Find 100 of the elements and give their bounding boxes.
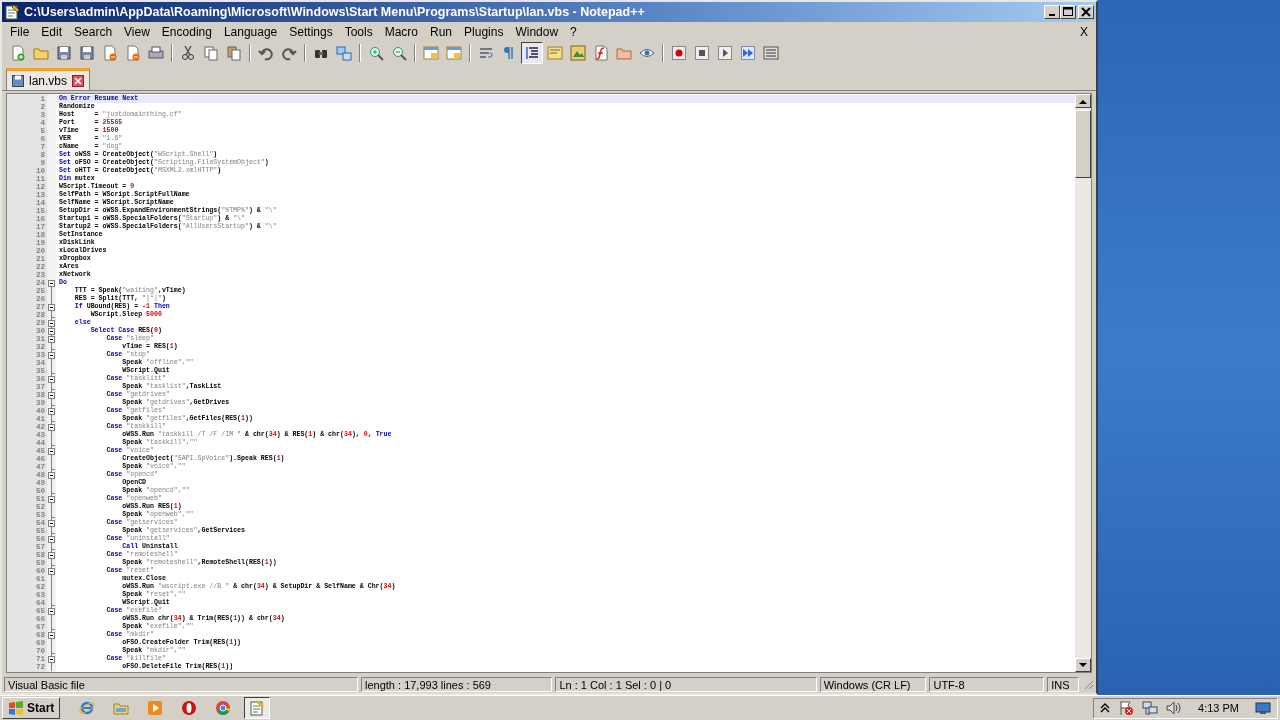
replace-icon [336,45,352,61]
folder-icon [616,45,632,61]
open-file-icon [33,45,49,61]
close-icon [1081,7,1091,17]
fold-toggle-icon[interactable] [48,407,55,415]
save-all-icon [79,45,95,61]
fold-toggle-icon[interactable] [48,551,55,559]
minimize-icon [1049,14,1055,16]
flag-warning-icon[interactable] [1118,700,1135,716]
notepad-icon [249,700,266,716]
paste-icon [226,45,242,61]
close-document-button[interactable]: X [1080,24,1088,39]
show-desktop-icon[interactable] [1255,700,1271,716]
fold-toggle-icon[interactable] [48,607,55,615]
language-icon [547,45,563,61]
minimize-button[interactable] [1044,5,1060,19]
close-button[interactable] [1078,5,1094,19]
close-file-icon [102,45,118,61]
status-field: Ln : 1 Col : 1 Sel : 0 | 0 [555,676,817,692]
save-icon [12,74,24,87]
menu-item[interactable]: Plugins [458,24,510,39]
chevron-up-icon[interactable] [1100,703,1111,713]
browser-icon [215,700,232,716]
status-field: length : 17,993 lines : 569 [361,676,553,692]
menu-item[interactable]: Window [509,24,565,39]
fold-toggle-icon[interactable] [48,391,55,399]
save-icon [56,45,72,61]
menu-item[interactable]: View [118,24,156,39]
fold-toggle-icon[interactable] [48,655,55,663]
fold-toggle-icon[interactable] [48,335,55,343]
scroll-down-button[interactable] [1075,658,1091,672]
word-wrap-icon [478,45,494,61]
redo-icon [281,45,297,61]
ring-icon [181,700,198,716]
vertical-scrollbar[interactable] [1075,94,1091,672]
fold-toggle-icon[interactable] [48,495,55,503]
document-map-icon [570,45,586,61]
fold-toggle-icon[interactable] [48,447,55,455]
fold-toggle-icon[interactable] [48,279,55,287]
network-icon[interactable] [1142,700,1159,716]
fold-toggle-icon[interactable] [48,535,55,543]
notepad-icon [4,4,20,20]
menu-item[interactable]: Edit [35,24,69,39]
windows-logo-icon [8,700,24,716]
cut-icon [180,45,196,61]
copy-icon [203,45,219,61]
notepad-button[interactable] [244,697,271,719]
internet-explorer-icon [79,700,96,716]
menu-item[interactable]: Macro [378,24,424,39]
menu-item[interactable]: ? [564,24,583,39]
menu-item[interactable]: File [4,24,36,39]
speaker-icon[interactable] [1166,700,1183,716]
menu-item[interactable]: Language [217,24,284,39]
play-multiple-icon [740,45,756,61]
status-field: Windows (CR LF) [819,676,927,692]
resize-grip-icon[interactable] [1082,678,1094,690]
fold-toggle-icon[interactable] [48,471,55,479]
indent-guide-button[interactable] [521,42,543,64]
fold-toggle-icon[interactable] [48,327,55,335]
fold-toggle-icon[interactable] [48,567,55,575]
media-player-icon [147,700,164,716]
maximize-icon [1063,7,1073,17]
sync-vertical-icon [423,45,439,61]
save-macro-icon [763,45,779,61]
stop-icon [694,45,710,61]
menu-item[interactable]: Tools [338,24,379,39]
down-arrow-icon [1079,662,1087,668]
record-icon [671,45,687,61]
clock[interactable]: 4:13 PM [1198,702,1239,714]
close-icon[interactable] [72,74,85,87]
menu-item[interactable]: Search [68,24,119,39]
menu-item[interactable]: Run [424,24,459,39]
zoom-in-icon [368,45,384,61]
file-tab[interactable]: lan.vbs [6,68,91,90]
fold-toggle-icon[interactable] [48,319,55,327]
status-field: INS [1047,676,1080,692]
undo-icon [258,45,274,61]
maximize-button[interactable] [1060,5,1076,19]
sync-horizontal-icon [446,45,462,61]
menu-item[interactable]: Settings [283,24,339,39]
fold-toggle-icon[interactable] [48,303,55,311]
status-field: Visual Basic file [4,676,358,692]
status-field: UTF-8 [929,676,1045,692]
fold-toggle-icon[interactable] [48,423,55,431]
scroll-up-button[interactable] [1075,94,1091,108]
indent-guide-icon [524,45,540,61]
fold-toggle-icon[interactable] [48,351,55,359]
play-icon [717,45,733,61]
new-file-icon [10,45,26,61]
close-all-icon [125,45,141,61]
menu-item[interactable]: Encoding [155,24,218,39]
fold-toggle-icon[interactable] [48,375,55,383]
folder-icon [113,700,130,716]
start-button[interactable]: Start [2,697,61,719]
scroll-thumb[interactable] [1075,110,1091,178]
up-arrow-icon [1079,98,1087,104]
zoom-out-icon [391,45,407,61]
document-map-button[interactable] [567,42,589,64]
fold-toggle-icon[interactable] [48,631,55,639]
fold-toggle-icon[interactable] [48,519,55,527]
